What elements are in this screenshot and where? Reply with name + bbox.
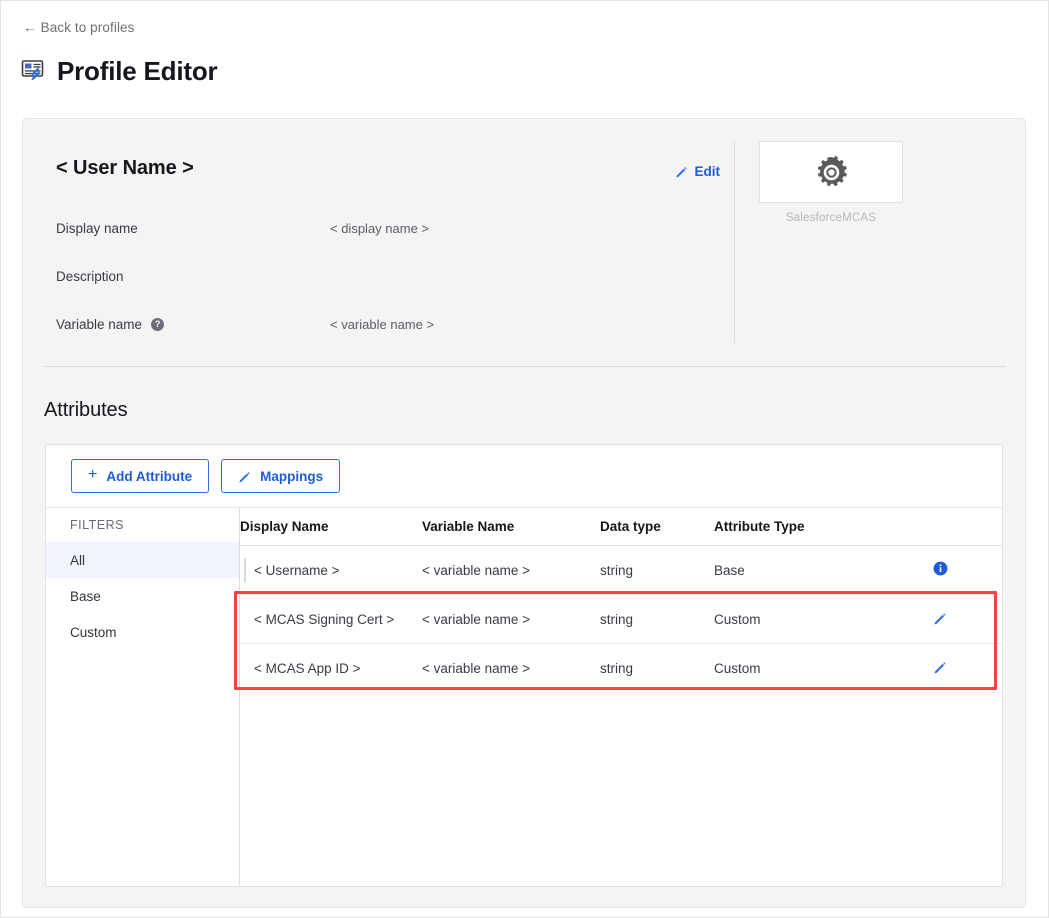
field-variable-name-label-group: Variable name ? xyxy=(56,317,330,332)
column-header-display-name: Display Name xyxy=(240,508,422,546)
table-row: < MCAS App ID > < variable name > string… xyxy=(240,644,1003,693)
filter-item-custom-label: Custom xyxy=(70,625,117,640)
cell-variable-name: < variable name > xyxy=(422,644,600,693)
table-header-row: Display Name Variable Name Data type Att… xyxy=(240,508,1003,546)
app-name-caption: SalesforceMCAS xyxy=(759,212,903,224)
cell-data-type: string xyxy=(600,644,714,693)
add-attribute-button[interactable]: + Add Attribute xyxy=(71,459,209,493)
cell-attribute-type: Base xyxy=(714,546,894,595)
question-mark-icon[interactable]: ? xyxy=(151,318,164,331)
attributes-table-container: Display Name Variable Name Data type Att… xyxy=(240,507,1002,886)
filter-item-custom[interactable]: Custom xyxy=(46,614,239,650)
cell-action-close[interactable]: ✕ xyxy=(986,595,1003,644)
mappings-label: Mappings xyxy=(260,469,323,484)
column-header-attribute-type: Attribute Type xyxy=(714,508,894,546)
filter-item-all-label: All xyxy=(70,553,85,568)
column-header-action-primary xyxy=(894,508,986,546)
filter-item-base-label: Base xyxy=(70,589,101,604)
cell-display-name: < MCAS Signing Cert > xyxy=(240,595,422,644)
field-variable-name: Variable name ? < variable name > xyxy=(56,317,696,332)
plus-icon: + xyxy=(88,467,97,483)
column-header-variable-name: Variable Name xyxy=(422,508,600,546)
filters-sidebar: FILTERS All Base Custom xyxy=(46,507,240,886)
table-row: < Username > < variable name > string Ba… xyxy=(240,546,1003,595)
mappings-button[interactable]: Mappings xyxy=(221,459,340,493)
cell-data-type: string xyxy=(600,546,714,595)
field-display-name-label: Display name xyxy=(56,221,330,236)
cell-attribute-type: Custom xyxy=(714,644,894,693)
edit-profile-button[interactable]: Edit xyxy=(675,164,721,179)
page-title-row: Profile Editor xyxy=(21,58,217,84)
column-header-action-secondary xyxy=(986,508,1003,546)
cell-display-name: < Username > xyxy=(240,546,422,595)
cell-display-name: < MCAS App ID > xyxy=(240,644,422,693)
field-display-name-value: < display name > xyxy=(330,221,429,236)
cell-attribute-type: Custom xyxy=(714,595,894,644)
section-divider xyxy=(43,366,1006,367)
vertical-divider xyxy=(734,141,735,343)
cell-action-edit[interactable] xyxy=(894,644,986,693)
profile-card: < User Name > Edit Display name < displa… xyxy=(22,118,1026,908)
filter-item-base[interactable]: Base xyxy=(46,578,239,614)
gear-icon xyxy=(813,154,850,191)
pencil-icon xyxy=(675,165,688,178)
table-row: < MCAS Signing Cert > < variable name > … xyxy=(240,595,1003,644)
back-arrow-icon: ← xyxy=(23,20,37,35)
profile-name: < User Name > xyxy=(56,157,194,180)
add-attribute-label: Add Attribute xyxy=(106,469,192,484)
cell-variable-name: < variable name > xyxy=(422,546,600,595)
cell-action-close[interactable]: ✕ xyxy=(986,546,1003,595)
pencil-icon[interactable] xyxy=(933,611,947,625)
column-header-data-type: Data type xyxy=(600,508,714,546)
attributes-section-title: Attributes xyxy=(44,399,127,422)
field-variable-name-label: Variable name xyxy=(56,317,142,332)
cell-data-type: string xyxy=(600,595,714,644)
back-to-profiles-label: Back to profiles xyxy=(41,20,135,35)
profile-editor-icon xyxy=(21,58,47,84)
edit-profile-label: Edit xyxy=(695,164,721,179)
filters-heading: FILTERS xyxy=(46,508,239,542)
cell-variable-name: < variable name > xyxy=(422,595,600,644)
field-display-name: Display name < display name > xyxy=(56,221,696,236)
field-description: Description xyxy=(56,269,696,284)
filter-item-all[interactable]: All xyxy=(46,542,239,578)
attributes-table: Display Name Variable Name Data type Att… xyxy=(240,508,1003,693)
page-title: Profile Editor xyxy=(57,58,217,84)
cell-action-info[interactable] xyxy=(894,546,986,595)
info-icon[interactable] xyxy=(933,561,948,576)
cell-action-close[interactable]: ✕ xyxy=(986,644,1003,693)
field-variable-name-value: < variable name > xyxy=(330,317,434,332)
attributes-panel: + Add Attribute Mappings FILTERS xyxy=(45,444,1003,887)
attributes-toolbar: + Add Attribute Mappings xyxy=(46,445,1002,507)
app-logo-tile xyxy=(759,141,903,203)
cell-action-edit[interactable] xyxy=(894,595,986,644)
pencil-icon[interactable] xyxy=(933,660,947,674)
back-to-profiles-link[interactable]: ← Back to profiles xyxy=(23,20,135,35)
field-description-label: Description xyxy=(56,269,330,284)
profile-editor-page: ← Back to profiles Profile Editor < User … xyxy=(0,0,1049,918)
pencil-icon xyxy=(238,470,251,483)
